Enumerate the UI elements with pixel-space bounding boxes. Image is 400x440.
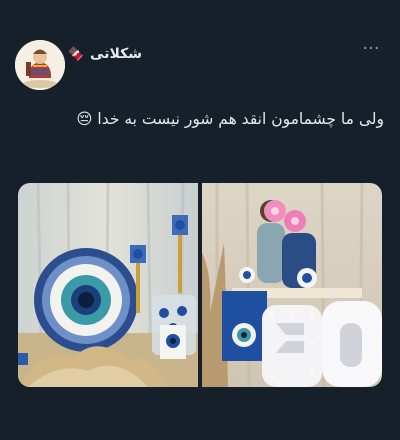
tweet-text: ولی ما چشمامون انقد هم شور نیست به خدا <box>97 110 384 128</box>
evil-eye-decor-image <box>18 183 198 387</box>
avatar-illustration <box>15 40 65 90</box>
media-photo-left[interactable] <box>18 183 198 387</box>
chocolate-icon: 🍫 <box>67 46 85 62</box>
tweet-media-grid[interactable] <box>18 183 382 387</box>
author-name-row[interactable]: شکلاتی 🍫 <box>68 44 142 64</box>
author-avatar[interactable] <box>15 40 65 90</box>
more-options-icon[interactable]: ··· <box>360 40 382 58</box>
media-photo-right[interactable] <box>202 183 382 387</box>
pensive-face-icon: 😔 <box>76 110 93 128</box>
author-name[interactable]: شکلاتی <box>90 46 142 62</box>
tweet-text-row: ولی ما چشمامون انقد هم شور نیست به خدا 😔 <box>44 110 384 128</box>
birthday-decor-image <box>202 183 382 387</box>
